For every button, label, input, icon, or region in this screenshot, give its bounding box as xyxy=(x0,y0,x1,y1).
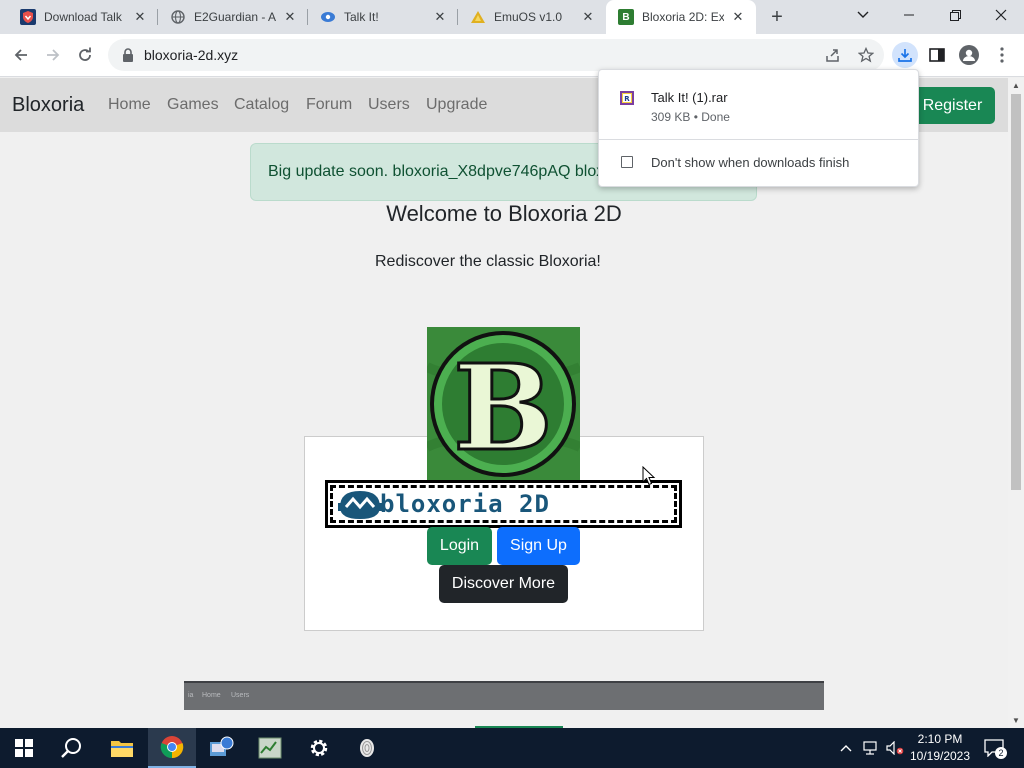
tab-download-talk-it[interactable]: Download Talk It! ✕ xyxy=(8,0,158,34)
profile-avatar-icon[interactable] xyxy=(956,42,982,68)
emuos-icon xyxy=(470,9,486,25)
url-text[interactable]: bloxoria-2d.xyz xyxy=(144,47,238,63)
address-bar[interactable]: bloxoria-2d.xyz xyxy=(108,39,884,71)
tab-title: Download Talk It! xyxy=(44,10,126,24)
preview-link: ia xyxy=(188,692,194,699)
tab-strip: Download Talk It! ✕ E2Guardian - Access … xyxy=(0,0,1024,34)
chrome-icon[interactable] xyxy=(148,728,196,768)
register-button[interactable]: Register xyxy=(910,87,995,124)
tab-e2guardian[interactable]: E2Guardian - Access Denied ✕ xyxy=(158,0,308,34)
close-icon[interactable]: ✕ xyxy=(282,9,298,25)
preview-link: Users xyxy=(231,692,250,699)
windows-taskbar: 2:10 PM 10/19/2023 2 xyxy=(0,728,1024,768)
close-icon[interactable]: ✕ xyxy=(730,9,746,25)
notifications-icon[interactable]: 2 xyxy=(980,728,1008,768)
site-brand[interactable]: Bloxoria xyxy=(12,94,84,117)
network-status-icon[interactable] xyxy=(860,728,882,768)
tab-emuos[interactable]: EmuOS v1.0 ✕ xyxy=(458,0,606,34)
mouse-cursor-icon xyxy=(642,465,656,491)
reload-icon[interactable] xyxy=(70,40,100,70)
settings-gear-icon[interactable] xyxy=(295,728,343,768)
bloxoria-icon: B xyxy=(618,9,634,25)
shield-icon xyxy=(20,9,36,25)
sysinfo-tool-icon[interactable] xyxy=(246,728,294,768)
close-window-icon[interactable] xyxy=(978,0,1024,30)
bloxoria-mascot-icon xyxy=(660,486,708,522)
preview-link: Home xyxy=(202,692,221,699)
downloads-icon[interactable] xyxy=(892,42,918,68)
nav-link-upgrade[interactable]: Upgrade xyxy=(426,96,487,114)
nav-link-catalog[interactable]: Catalog xyxy=(234,96,289,114)
bookmark-star-icon[interactable] xyxy=(853,42,879,68)
clock-date: 10/19/2023 xyxy=(909,749,971,763)
clock-time: 2:10 PM xyxy=(917,732,963,746)
scrollbar-thumb[interactable] xyxy=(1011,94,1021,490)
rar-file-icon: R xyxy=(619,90,635,106)
discover-more-button[interactable]: Discover More xyxy=(439,565,568,603)
nav-link-users[interactable]: Users xyxy=(368,96,410,114)
close-icon[interactable]: ✕ xyxy=(580,9,596,25)
nav-link-home[interactable]: Home xyxy=(108,96,151,114)
svg-text:R: R xyxy=(624,95,630,103)
notification-count-badge: 2 xyxy=(995,747,1007,759)
download-file-name[interactable]: Talk It! (1).rar xyxy=(651,90,728,105)
bloxoria-mascot-icon xyxy=(336,485,384,528)
volume-muted-icon[interactable] xyxy=(884,728,906,768)
file-explorer-icon[interactable] xyxy=(98,728,146,768)
kebab-menu-icon[interactable] xyxy=(989,42,1015,68)
side-panel-icon[interactable] xyxy=(924,42,950,68)
globe-icon xyxy=(170,9,186,25)
tab-title: Bloxoria 2D: Explore xyxy=(642,10,724,24)
fingerprint-app-icon[interactable] xyxy=(343,728,391,768)
bloxoria-logo: B xyxy=(427,327,580,482)
nav-link-forum[interactable]: Forum xyxy=(306,96,352,114)
nav-link-games[interactable]: Games xyxy=(167,96,219,114)
scroll-down-arrow-icon[interactable]: ▼ xyxy=(1011,715,1021,725)
system-clock[interactable]: 2:10 PM 10/19/2023 xyxy=(906,731,974,765)
download-status: 309 KB • Done xyxy=(651,110,730,124)
login-button[interactable]: Login xyxy=(427,527,492,565)
forward-arrow-icon[interactable] xyxy=(38,40,68,70)
tab-title: E2Guardian - Access Denied xyxy=(194,10,276,24)
dont-show-checkbox[interactable] xyxy=(621,156,633,168)
dont-show-label[interactable]: Don't show when downloads finish xyxy=(651,155,849,170)
scroll-up-arrow-icon[interactable]: ▲ xyxy=(1011,80,1021,90)
back-arrow-icon[interactable] xyxy=(6,40,36,70)
welcome-heading: Welcome to Bloxoria 2D xyxy=(386,201,622,226)
site-preview-image: ia Home Users xyxy=(184,681,824,710)
download-bubble: R Talk It! (1).rar 309 KB • Done Don't s… xyxy=(598,69,919,187)
banner-text: bloxoria 2D xyxy=(380,490,550,518)
windows-start-icon[interactable] xyxy=(0,728,48,768)
tab-bloxoria[interactable]: B Bloxoria 2D: Explore ✕ xyxy=(606,0,756,34)
close-icon[interactable]: ✕ xyxy=(432,9,448,25)
lock-icon[interactable] xyxy=(122,48,134,62)
search-icon[interactable] xyxy=(48,728,96,768)
talkit-icon xyxy=(320,9,336,25)
tab-talk-it[interactable]: Talk It! ✕ xyxy=(308,0,458,34)
tab-search-icon[interactable] xyxy=(840,0,886,30)
restore-icon[interactable] xyxy=(932,0,978,30)
tagline-text: Rediscover the classic Bloxoria! xyxy=(375,253,601,270)
svg-text:B: B xyxy=(453,338,553,477)
share-icon[interactable] xyxy=(820,42,846,68)
show-hidden-icons-chevron-icon[interactable] xyxy=(836,728,856,768)
close-icon[interactable]: ✕ xyxy=(132,9,148,25)
tab-title: EmuOS v1.0 xyxy=(494,10,563,24)
sign-up-button[interactable]: Sign Up xyxy=(497,527,580,565)
minimize-icon[interactable] xyxy=(886,0,932,30)
new-tab-button[interactable]: + xyxy=(764,5,790,29)
tab-title: Talk It! xyxy=(344,10,379,24)
page-scrollbar[interactable]: ▲ ▼ xyxy=(1008,78,1024,728)
network-tool-icon[interactable] xyxy=(197,728,245,768)
